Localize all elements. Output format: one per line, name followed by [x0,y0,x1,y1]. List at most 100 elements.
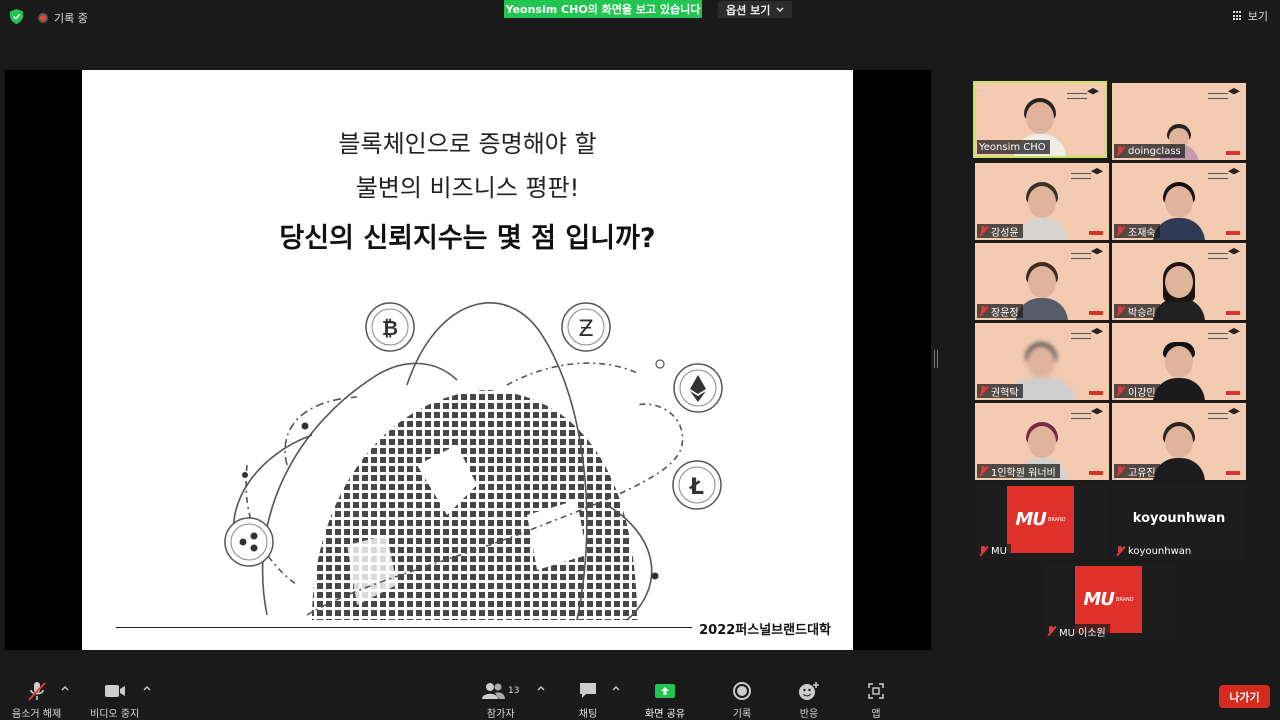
muted-mic-icon [979,226,988,236]
security-shield-icon[interactable] [10,9,23,24]
graduation-cap-icon [1091,168,1103,175]
slide-heading-line-2: 불변의 비즈니스 평판! [355,174,580,202]
chat-button[interactable]: 채팅 [578,680,598,720]
participant-display-name: koyounhwan [1132,511,1226,526]
emoji-plus-icon [798,680,820,702]
stop-video-button[interactable]: 비디오 중지 [90,680,139,720]
participant-name-tag: 이강민 [1114,384,1160,399]
participant-name-tag: MU 이소원 [1045,624,1110,639]
slide-footer-line [116,627,692,628]
participant-tile[interactable]: 장윤정 [975,243,1109,320]
participant-tile[interactable]: MU BRAND MU [975,483,1109,560]
participant-name: 강성윤 [991,227,1019,239]
graduation-cap-icon [1091,248,1103,255]
logo-subtext: BRAND [1047,516,1066,523]
participants-label: 참가자 [486,709,515,720]
view-button[interactable]: 보기 [1232,8,1268,24]
share-screen-label: 화면 공유 [645,709,685,720]
participant-tile[interactable]: 1인학원 워너비 [975,403,1109,480]
participant-tile[interactable]: MU BRAND MU 이소원 [1043,563,1177,640]
participant-tile[interactable]: 박승리 [1112,243,1246,320]
participant-tile[interactable]: 이강민 [1112,323,1246,400]
brand-mark: · [981,88,983,93]
chevron-up-icon[interactable] [537,684,545,692]
view-label: 보기 [1247,10,1268,23]
muted-mic-icon [1116,226,1125,236]
participant-tile[interactable]: 고유진 [1112,403,1246,480]
brand-mark [1089,231,1103,235]
video-camera-icon [104,680,126,702]
view-options-button[interactable]: 옵션 보기 [718,1,793,18]
background-text [1208,173,1228,179]
background-text [1208,333,1228,339]
participant-count: 13 [508,686,520,696]
apps-label: 앱 [871,709,881,720]
participant-name-tag: 1인학원 워너비 [977,464,1060,479]
share-screen-icon [654,680,676,702]
presentation-slide: 블록체인으로 증명해야 할 불변의 비즈니스 평판! 당신의 신뢰지수는 몇 점… [82,70,853,650]
muted-microphone-icon [26,680,48,702]
participant-name-tag: 강성윤 [977,224,1023,239]
participant-name: 장윤정 [991,307,1019,319]
participant-tile[interactable]: 권혁탁 [975,323,1109,400]
muted-mic-icon [979,546,988,556]
graduation-cap-icon [1228,328,1240,335]
chevron-up-icon[interactable] [143,684,151,692]
brand-mark [1226,311,1240,315]
chat-bubble-icon [578,680,598,702]
background-text [1071,333,1091,339]
reactions-button[interactable]: 반응 [798,680,820,720]
muted-mic-icon [1047,626,1056,636]
unmute-button[interactable]: 음소거 해제 [12,680,61,720]
participant-name-tag: 권혁탁 [977,384,1023,399]
background-text [1067,93,1087,99]
brand-mark [1226,391,1240,395]
muted-mic-icon [979,306,988,316]
participant-name-tag: 조재숙 [1114,224,1160,239]
record-label: 기록 [732,709,752,720]
reactions-label: 반응 [799,709,819,720]
participant-name: MU [991,545,1007,557]
participant-name: doingclass [1128,145,1181,157]
muted-mic-icon [979,386,988,396]
chevron-up-icon[interactable] [612,684,620,692]
participant-name-tag: 박승리 [1114,304,1160,319]
record-button[interactable]: 기록 [732,680,752,720]
chevron-up-icon[interactable] [61,684,69,692]
participant-name-tag: MU [977,544,1011,558]
participant-tile[interactable]: koyounhwan koyounhwan [1112,483,1246,560]
brand-mark [1089,471,1103,475]
apps-button[interactable]: 앱 [867,680,885,720]
background-text [1208,253,1228,259]
participant-name: 박승리 [1128,307,1156,319]
recording-label: 기록 중 [54,12,88,25]
brand-mark [1226,151,1240,155]
graduation-cap-icon [1087,88,1099,95]
brand-mark [1089,311,1103,315]
graduation-cap-icon [1228,248,1240,255]
panel-resize-handle[interactable] [934,350,938,368]
view-options-label: 옵션 보기 [726,3,771,17]
graduation-cap-icon [1091,408,1103,415]
participant-name: 고유진 [1128,467,1156,479]
chevron-down-icon [776,6,784,12]
mu-brand-logo: MU BRAND [1007,486,1074,553]
participant-tile[interactable]: 조재숙 [1112,163,1246,240]
background-text [1208,93,1228,99]
gallery-grid-icon [1232,11,1243,21]
muted-mic-icon [1116,146,1125,156]
slide-footer-text: 2022퍼스널브랜드대학 [699,623,831,638]
slide-heading-line-3: 당신의 신뢰지수는 몇 점 입니까? [279,223,656,254]
top-bar: 기록 중 Yeonsim CHO의 화면을 보고 있습니다 옵션 보기 보기 [0,0,1280,34]
participant-name: 조재숙 [1128,227,1156,239]
logo-subtext: BRAND [1115,596,1134,603]
participant-tile[interactable]: 강성윤 [975,163,1109,240]
participant-tile[interactable]: doingclass [1112,83,1246,160]
recording-indicator[interactable]: 기록 중 [38,10,88,26]
background-text [1208,413,1228,419]
participant-tile[interactable]: · Yeonsim CHO [973,81,1107,158]
ethereum-icon [673,363,723,413]
participants-button[interactable]: 13 참가자 [482,680,519,720]
share-screen-button[interactable]: 화면 공유 [645,680,685,720]
leave-meeting-button[interactable]: 나가기 [1219,685,1270,708]
